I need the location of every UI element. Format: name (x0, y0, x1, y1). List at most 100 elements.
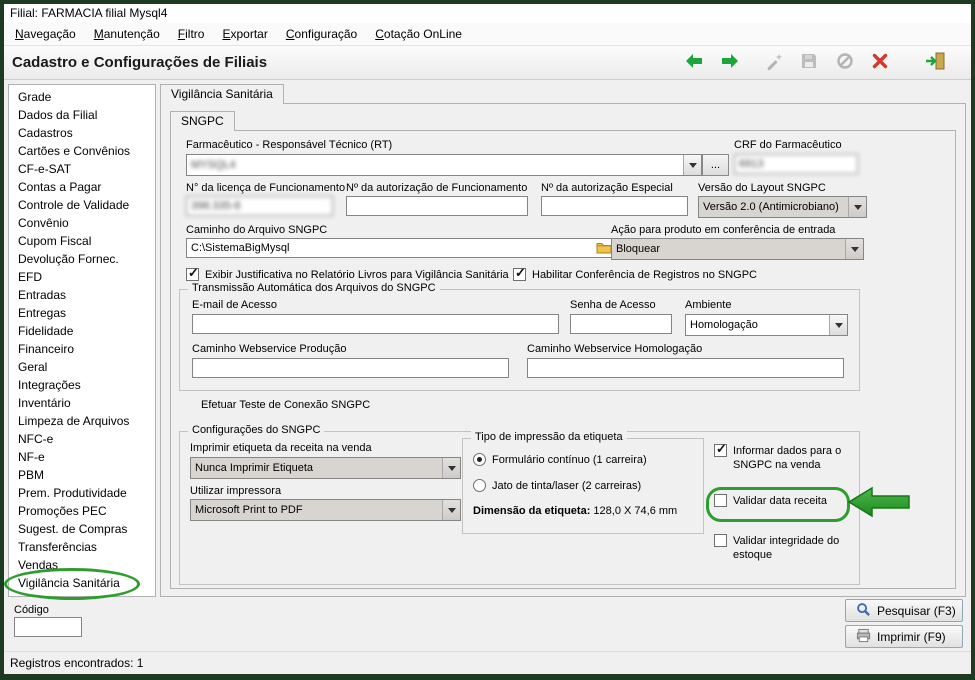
checkbox-validar-integridade[interactable]: Validar integridade do estoque (714, 534, 856, 562)
sidebar-item[interactable]: PBM (9, 466, 155, 484)
imprimir-button[interactable]: Imprimir (F9) (845, 625, 963, 648)
webservice-producao-field[interactable] (192, 358, 509, 378)
sidebar-item[interactable]: Dados da Filial (9, 106, 155, 124)
printer-icon (856, 628, 871, 646)
licenca-field[interactable]: 398.335-8 (186, 196, 333, 216)
webservice-homologacao-field[interactable] (527, 358, 844, 378)
sngpc-panel: Farmacêutico - Responsável Técnico (RT) … (170, 130, 956, 589)
sidebar-item[interactable]: NFC-e (9, 430, 155, 448)
nav-forward-button[interactable] (718, 51, 742, 75)
status-text: Registros encontrados: 1 (10, 656, 144, 670)
checkbox-box (714, 494, 727, 507)
menu-item-navegacao[interactable]: Navegação (6, 23, 85, 45)
status-bar: Registros encontrados: 1 (4, 651, 971, 674)
rt-browse-button[interactable]: ... (702, 154, 729, 176)
sidebar: Grade Dados da Filial Cadastros Cartões … (8, 84, 156, 597)
radio-jato-tinta[interactable]: Jato de tinta/laser (2 carreiras) (473, 479, 641, 492)
tab-vigilancia-sanitaria[interactable]: Vigilância Sanitária (160, 84, 284, 104)
sidebar-item[interactable]: Fidelidade (9, 322, 155, 340)
codigo-label: Código (14, 604, 49, 616)
licenca-label: N° da licença de Funcionamento (186, 182, 346, 194)
teste-conexao-link[interactable]: Efetuar Teste de Conexão SNGPC (201, 399, 370, 411)
sidebar-item[interactable]: Vendas (9, 556, 155, 574)
checkbox-habilitar-conferencia[interactable]: Habilitar Conferência de Registros no SN… (513, 266, 757, 282)
rt-label: Farmacêutico - Responsável Técnico (RT) (186, 139, 393, 151)
email-acesso-field[interactable] (192, 314, 559, 334)
chevron-down-icon[interactable] (848, 197, 866, 217)
sidebar-item[interactable]: Transferências (9, 538, 155, 556)
dimensao-etiqueta-label: Dimensão da etiqueta: 128,0 X 74,6 mm (473, 505, 678, 517)
tab-sngpc[interactable]: SNGPC (170, 111, 235, 131)
sidebar-item[interactable]: Entregas (9, 304, 155, 322)
sidebar-item[interactable]: Prem. Produtividade (9, 484, 155, 502)
sidebar-item[interactable]: Promoções PEC (9, 502, 155, 520)
exit-door-icon (925, 51, 947, 76)
sidebar-item[interactable]: Devolução Fornec. (9, 250, 155, 268)
acao-conferencia-combobox[interactable]: Bloquear (611, 238, 864, 260)
menu-item-configuracao[interactable]: Configuração (277, 23, 366, 45)
impressora-combobox[interactable]: Microsoft Print to PDF (190, 499, 461, 521)
aut-funcionamento-field[interactable] (346, 196, 528, 216)
aut-especial-label: Nº da autorização Especial (541, 182, 673, 194)
block-icon (836, 52, 854, 75)
application-window: Filial: FARMACIA filial Mysql4 Navegação… (4, 4, 971, 674)
chevron-down-icon[interactable] (829, 315, 847, 335)
imprimir-etiqueta-combobox[interactable]: Nunca Imprimir Etiqueta (190, 457, 461, 479)
page-title: Cadastro e Configurações de Filiais (12, 54, 268, 71)
menu-item-cotacao-online[interactable]: Cotação OnLine (366, 23, 471, 45)
checkbox-box (186, 266, 199, 281)
chevron-down-icon[interactable] (845, 239, 863, 259)
sidebar-item[interactable]: Contas a Pagar (9, 178, 155, 196)
ambiente-combobox[interactable]: Homologação (685, 314, 848, 336)
menu-item-manutencao[interactable]: Manutenção (85, 23, 169, 45)
sidebar-item-vigilancia-sanitaria[interactable]: Vigilância Sanitária (9, 574, 155, 592)
imprimir-etiqueta-label: Imprimir etiqueta da receita na venda (190, 442, 372, 454)
sidebar-item[interactable]: Inventário (9, 394, 155, 412)
nav-back-button[interactable] (682, 51, 706, 75)
caminho-arquivo-field[interactable]: C:\SistemaBigMysql (186, 238, 616, 258)
delete-button[interactable] (868, 51, 892, 75)
ambiente-label: Ambiente (685, 299, 732, 311)
checkbox-exibir-justificativa[interactable]: Exibir Justificativa no Relatório Livros… (186, 266, 509, 282)
chevron-down-icon[interactable] (683, 155, 701, 175)
pesquisar-button[interactable]: Pesquisar (F3) (845, 599, 963, 622)
folder-open-icon[interactable] (596, 241, 612, 257)
crf-field[interactable]: 6913 (734, 154, 858, 174)
sidebar-item[interactable]: Controle de Validade (9, 196, 155, 214)
aut-especial-field[interactable] (541, 196, 688, 216)
chevron-down-icon[interactable] (442, 458, 460, 478)
sidebar-item[interactable]: NF-e (9, 448, 155, 466)
group-configuracoes-title: Configurações do SNGPC (188, 424, 325, 436)
checkbox-informar-dados[interactable]: Informar dados para o SNGPC na venda (714, 442, 856, 472)
menu-item-exportar[interactable]: Exportar (213, 23, 276, 45)
sidebar-item[interactable]: Cadastros (9, 124, 155, 142)
sidebar-item[interactable]: Grade (9, 88, 155, 106)
sidebar-item[interactable]: Financeiro (9, 340, 155, 358)
group-transmissao-title: Transmissão Automática dos Arquivos do S… (188, 282, 440, 294)
impressora-label: Utilizar impressora (190, 485, 282, 497)
window-title: Filial: FARMACIA filial Mysql4 (10, 6, 168, 20)
crf-label: CRF do Farmacêutico (734, 139, 842, 151)
sidebar-item[interactable]: Convênio (9, 214, 155, 232)
sidebar-item[interactable]: EFD (9, 268, 155, 286)
rt-combobox[interactable]: MYSQL4 (186, 154, 702, 176)
layout-sngpc-combobox[interactable]: Versão 2.0 (Antimicrobiano) (698, 196, 867, 218)
sidebar-item[interactable]: Limpeza de Arquivos (9, 412, 155, 430)
menu-item-filtro[interactable]: Filtro (169, 23, 214, 45)
sidebar-item[interactable]: Cartões e Convênios (9, 142, 155, 160)
senha-acesso-field[interactable] (570, 314, 672, 334)
save-button[interactable] (797, 51, 821, 75)
codigo-field[interactable] (14, 617, 82, 637)
wand-button[interactable] (762, 51, 786, 75)
chevron-down-icon[interactable] (442, 500, 460, 520)
radio-formulario-continuo[interactable]: Formulário contínuo (1 carreira) (473, 453, 647, 466)
sidebar-item[interactable]: Cupom Fiscal (9, 232, 155, 250)
sidebar-item[interactable]: Entradas (9, 286, 155, 304)
sidebar-item[interactable]: Integrações (9, 376, 155, 394)
sidebar-item[interactable]: Sugest. de Compras (9, 520, 155, 538)
sidebar-item[interactable]: Geral (9, 358, 155, 376)
block-button[interactable] (833, 51, 857, 75)
checkbox-validar-data-receita[interactable]: Validar data receita (714, 494, 856, 508)
exit-button[interactable] (924, 51, 948, 75)
sidebar-item[interactable]: CF-e-SAT (9, 160, 155, 178)
